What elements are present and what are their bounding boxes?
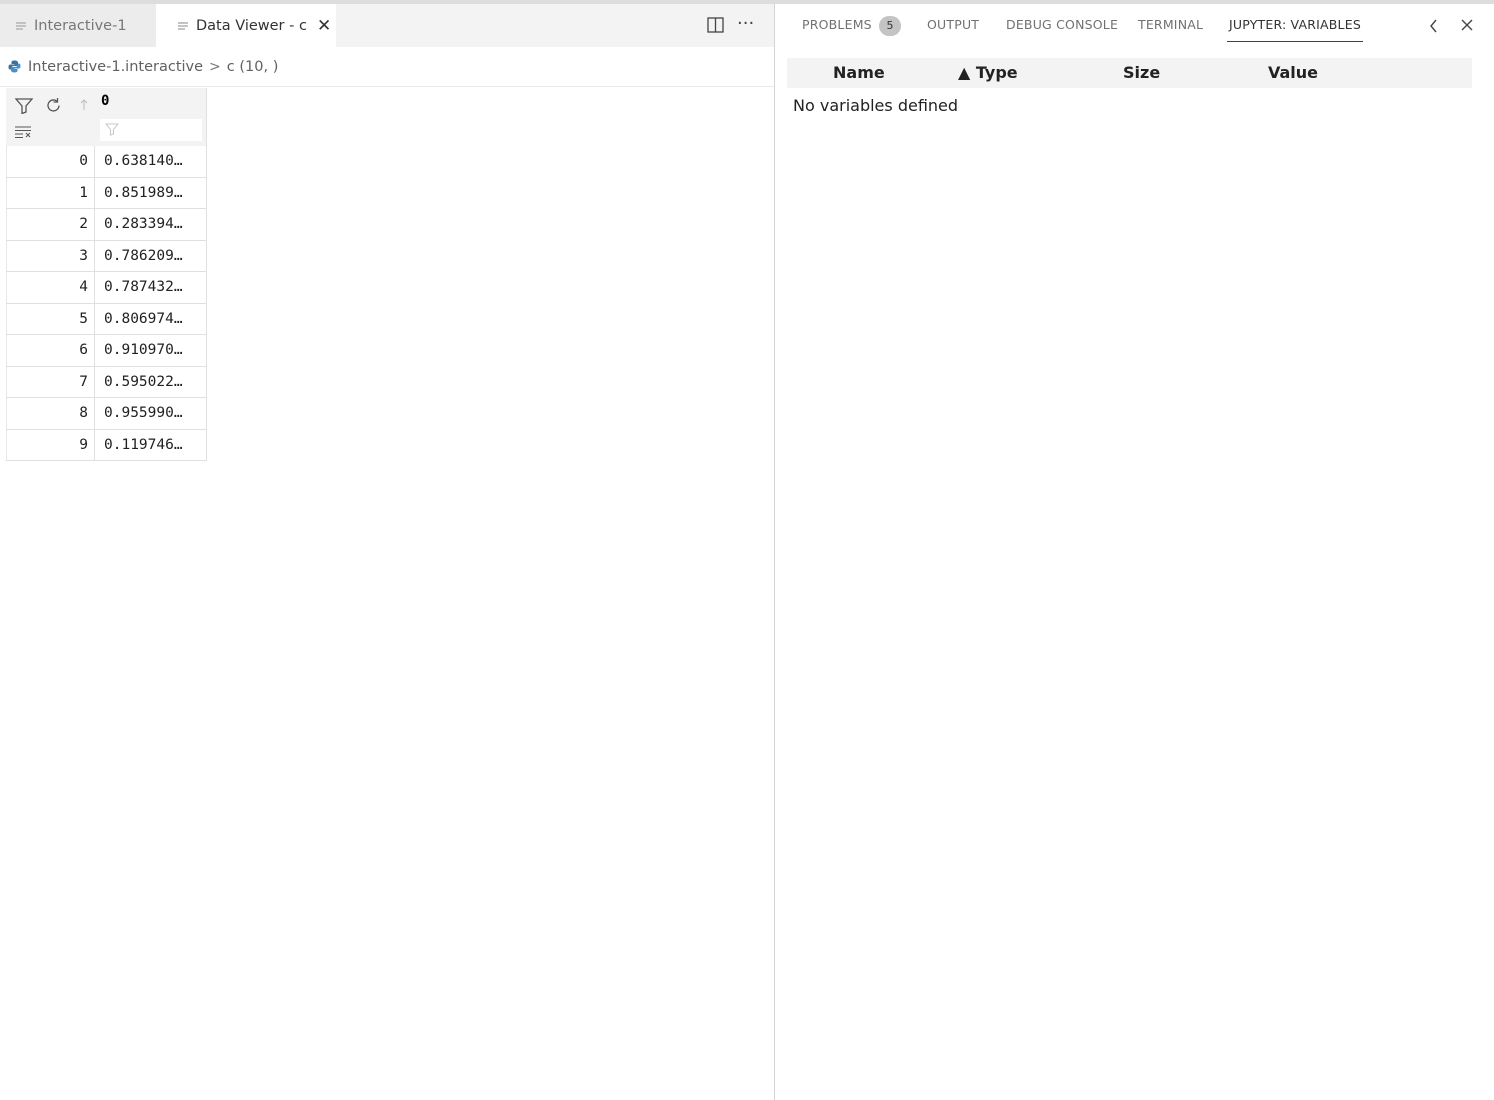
table-row[interactable]: 8 0.955990…	[6, 398, 207, 430]
chevron-left-icon[interactable]	[1428, 18, 1438, 34]
lines-icon	[16, 22, 26, 29]
tab-data-viewer[interactable]: Data Viewer - c ✕	[156, 4, 336, 47]
table-row[interactable]: 7 0.595022…	[6, 366, 207, 398]
table-row[interactable]: 5 0.806974…	[6, 303, 207, 335]
tab-terminal[interactable]: TERMINAL	[1138, 17, 1203, 32]
row-index: 0	[6, 146, 95, 177]
panel-tab-bar: PROBLEMS 5 OUTPUT DEBUG CONSOLE TERMINAL…	[775, 4, 1494, 47]
column-header-value[interactable]: Value	[1268, 63, 1318, 82]
breadcrumb: Interactive-1.interactive > c (10, )	[0, 47, 774, 87]
data-grid: 0 0 0.638140… 1 0.851989… 2 0.283394… 3 0.78620…	[6, 88, 207, 461]
table-row[interactable]: 0 0.638140…	[6, 146, 207, 178]
cell-value[interactable]: 0.786209…	[95, 240, 207, 271]
column-header-name[interactable]: Name	[833, 63, 885, 82]
row-index: 5	[6, 303, 95, 334]
chevron-right-icon: >	[209, 58, 221, 75]
table-row[interactable]: 2 0.283394…	[6, 209, 207, 241]
column-header-size[interactable]: Size	[1123, 63, 1160, 82]
tab-interactive-1[interactable]: Interactive-1	[0, 4, 156, 47]
bottom-panel: PROBLEMS 5 OUTPUT DEBUG CONSOLE TERMINAL…	[775, 4, 1494, 1100]
cell-value[interactable]: 0.910970…	[95, 335, 207, 366]
table-row[interactable]: 4 0.787432…	[6, 272, 207, 304]
row-index: 6	[6, 335, 95, 366]
table-row[interactable]: 9 0.119746…	[6, 429, 207, 461]
cell-value[interactable]: 0.955990…	[95, 398, 207, 429]
tab-problems[interactable]: PROBLEMS	[802, 17, 872, 32]
grid-body: 0 0.638140… 1 0.851989… 2 0.283394… 3 0.786209……	[6, 146, 207, 461]
variables-table-header: Name ▲ Type Size Value	[787, 58, 1472, 88]
close-icon[interactable]: ✕	[317, 16, 331, 36]
row-index: 8	[6, 398, 95, 429]
row-index: 3	[6, 240, 95, 271]
row-index: 7	[6, 366, 95, 397]
column-header-type[interactable]: ▲ Type	[958, 63, 1018, 82]
table-row[interactable]: 1 0.851989…	[6, 177, 207, 209]
row-index: 9	[6, 429, 95, 460]
tab-label: Interactive-1	[34, 17, 127, 34]
close-panel-icon[interactable]	[1460, 18, 1474, 32]
problems-count-badge: 5	[879, 16, 901, 36]
filter-icon	[105, 123, 119, 136]
editor-group: Interactive-1 Data Viewer - c ✕ ··· Inte…	[0, 4, 774, 1100]
column-header-0[interactable]: 0	[101, 93, 109, 109]
cell-value[interactable]: 0.851989…	[95, 177, 207, 208]
cell-value[interactable]: 0.638140…	[95, 146, 207, 177]
cell-value[interactable]: 0.283394…	[95, 209, 207, 240]
breadcrumb-file[interactable]: Interactive-1.interactive	[28, 59, 203, 75]
refresh-icon[interactable]	[45, 97, 62, 114]
table-row[interactable]: 3 0.786209…	[6, 240, 207, 272]
cell-value[interactable]: 0.595022…	[95, 366, 207, 397]
filter-icon[interactable]	[15, 98, 33, 114]
row-index: 1	[6, 177, 95, 208]
breadcrumb-symbol[interactable]: c (10, )	[227, 59, 279, 75]
column-filter-input[interactable]	[100, 119, 202, 141]
empty-state-message: No variables defined	[793, 96, 959, 115]
tab-label: Data Viewer - c	[196, 17, 307, 34]
table-row[interactable]: 6 0.910970…	[6, 335, 207, 367]
clear-filter-icon[interactable]	[15, 126, 32, 138]
cell-value[interactable]: 0.119746…	[95, 429, 207, 460]
lines-icon	[178, 22, 188, 29]
row-index: 2	[6, 209, 95, 240]
tab-output[interactable]: OUTPUT	[927, 17, 979, 32]
sort-arrow-up-icon[interactable]	[80, 99, 88, 111]
grid-header: 0	[6, 88, 207, 146]
cell-value[interactable]: 0.806974…	[95, 303, 207, 334]
cell-value[interactable]: 0.787432…	[95, 272, 207, 303]
split-editor-icon[interactable]	[707, 17, 724, 33]
tab-jupyter-variables[interactable]: JUPYTER: VARIABLES	[1227, 17, 1363, 42]
tab-debug-console[interactable]: DEBUG CONSOLE	[1006, 17, 1118, 32]
variables-table: Name ▲ Type Size Value No variables defi…	[787, 58, 1472, 115]
python-file-icon	[8, 60, 21, 73]
editor-tab-bar: Interactive-1 Data Viewer - c ✕ ···	[0, 4, 774, 47]
row-index: 4	[6, 272, 95, 303]
more-actions-icon[interactable]: ···	[737, 13, 754, 34]
